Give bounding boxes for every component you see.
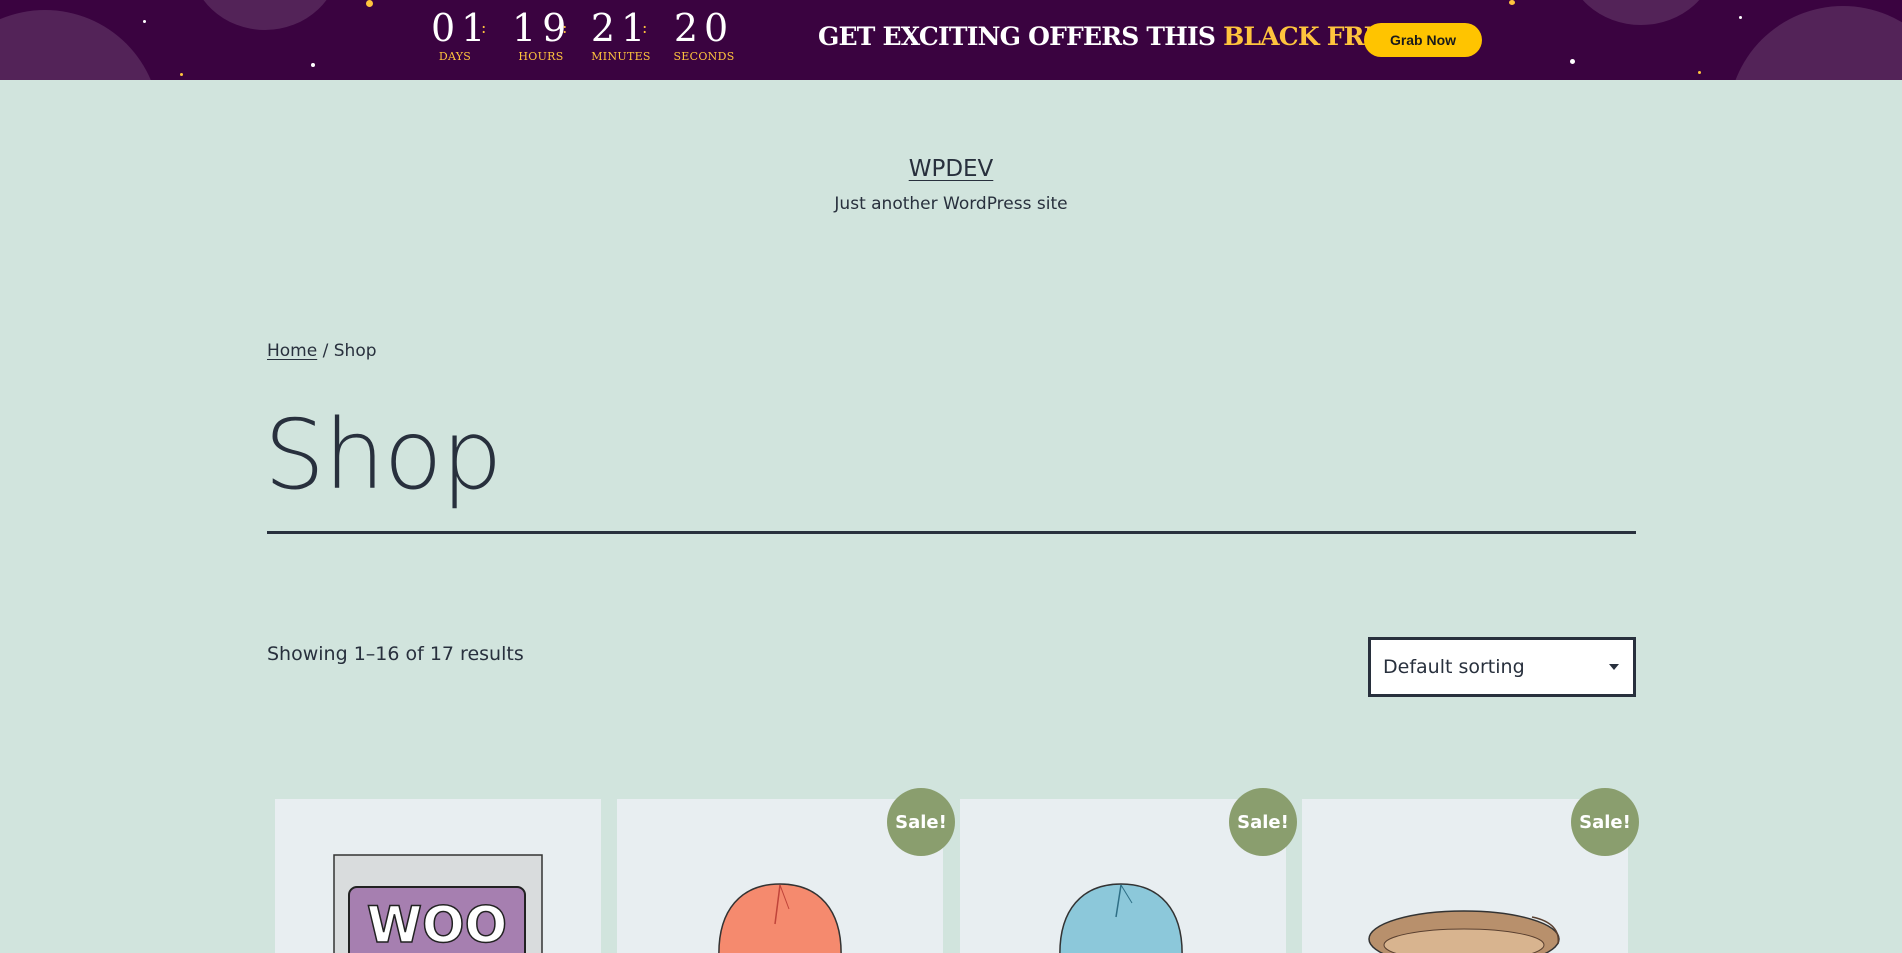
breadcrumb-current: Shop	[333, 341, 377, 361]
decorative-star	[1509, 0, 1515, 5]
product-card[interactable]: WOO	[275, 799, 601, 953]
countdown-separator: :	[481, 18, 487, 37]
decorative-star	[143, 20, 146, 23]
site-title-link[interactable]: WPDEV	[909, 156, 994, 182]
countdown-separator: :	[562, 18, 568, 37]
sale-badge: Sale!	[1571, 788, 1639, 856]
breadcrumb: Home / Shop	[267, 341, 377, 361]
offer-text: GET EXCITING OFFERS THIS	[818, 22, 1224, 51]
decorative-circle	[1566, 0, 1716, 25]
svg-text:WOO: WOO	[367, 896, 507, 953]
grab-now-button[interactable]: Grab Now	[1364, 23, 1482, 57]
countdown-seconds: 20 SECONDS	[671, 6, 737, 64]
result-count: Showing 1–16 of 17 results	[267, 643, 524, 665]
decorative-circle	[0, 10, 160, 80]
decorative-star	[366, 0, 373, 7]
decorative-star	[311, 63, 315, 67]
countdown-label: SECONDS	[673, 50, 735, 63]
decorative-star	[1570, 59, 1575, 64]
countdown-value: 01	[431, 6, 492, 50]
decorative-circle	[1728, 6, 1902, 80]
breadcrumb-separator: /	[317, 341, 334, 361]
page-title: Shop	[264, 399, 502, 511]
countdown-label: HOURS	[518, 50, 564, 63]
offer-headline: GET EXCITING OFFERS THIS BLACK FRIDAY	[818, 22, 1431, 51]
woo-poster-image: WOO	[333, 854, 543, 953]
sale-badge: Sale!	[1229, 788, 1297, 856]
site-title: WPDEV	[0, 156, 1902, 182]
decorative-star	[1698, 71, 1701, 74]
sorting-select[interactable]: Default sorting	[1368, 637, 1636, 697]
countdown-label: DAYS	[438, 50, 472, 63]
caret-down-icon	[1609, 664, 1619, 670]
title-divider	[267, 531, 1636, 534]
site-tagline: Just another WordPress site	[834, 194, 1068, 214]
decorative-star	[1739, 16, 1742, 19]
countdown-separator: :	[642, 18, 648, 37]
countdown-value: 20	[673, 6, 735, 50]
countdown-label: MINUTES	[591, 50, 651, 63]
decorative-circle	[190, 0, 340, 30]
sorting-selected-value: Default sorting	[1383, 656, 1525, 678]
promo-banner: 01 DAYS : 19 HOURS : 21 MINUTES : 20 SEC…	[0, 0, 1902, 80]
countdown-days: 01 DAYS	[431, 6, 492, 64]
breadcrumb-home-link[interactable]: Home	[267, 341, 317, 361]
decorative-star	[180, 73, 183, 76]
sale-badge: Sale!	[887, 788, 955, 856]
